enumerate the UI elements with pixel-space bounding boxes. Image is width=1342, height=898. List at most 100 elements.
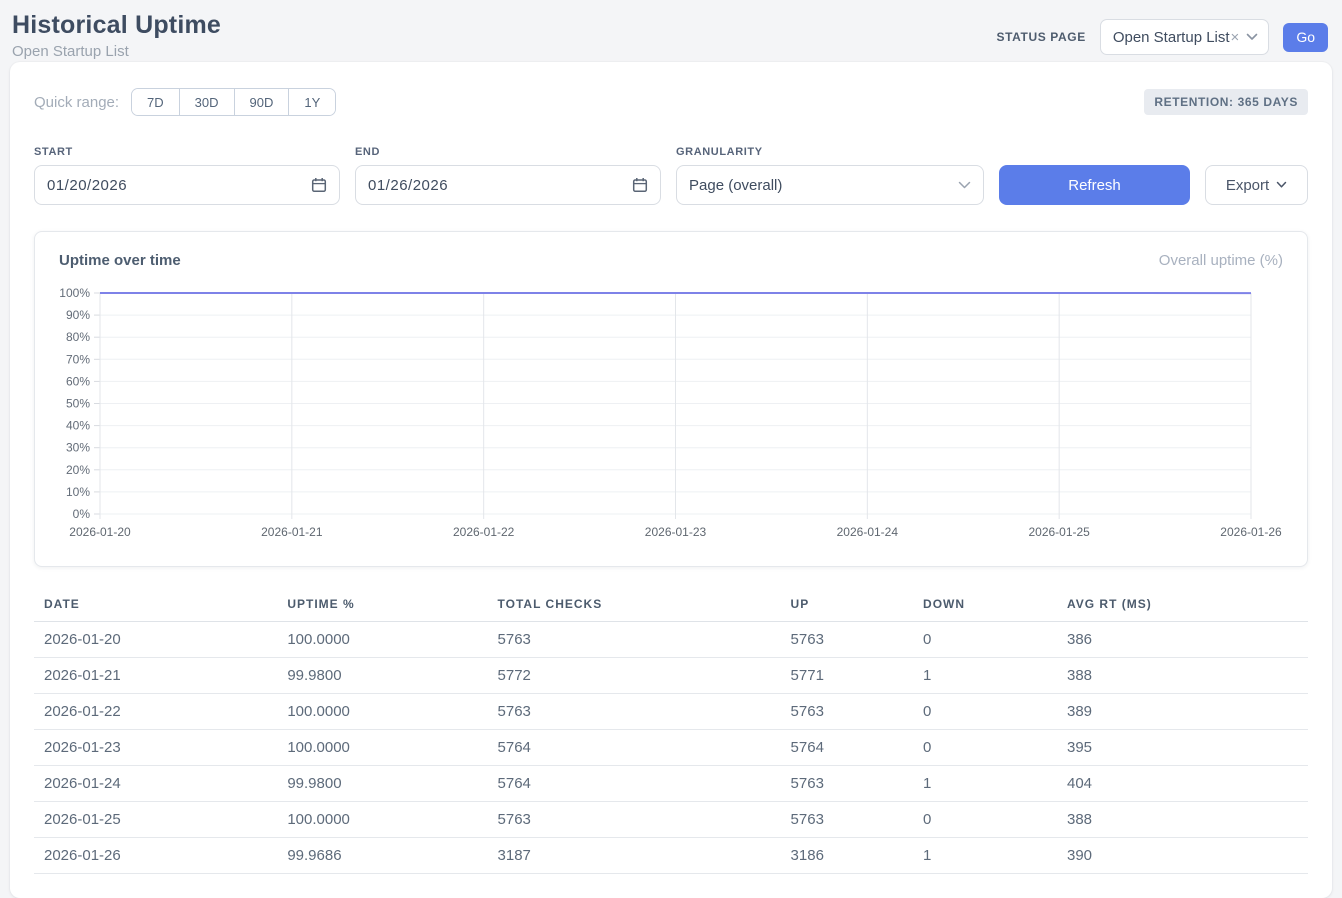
cell-date: 2026-01-24	[34, 766, 277, 802]
status-page-select[interactable]: Open Startup List ×	[1100, 19, 1270, 55]
y-tick-label: 90%	[66, 308, 90, 322]
status-page-selected-value: Open Startup List	[1113, 29, 1230, 46]
cell-date: 2026-01-26	[34, 838, 277, 874]
clear-selection-icon[interactable]: ×	[1231, 29, 1240, 46]
x-tick-label: 2026-01-20	[69, 525, 131, 539]
cell-uptime-pct: 100.0000	[277, 622, 487, 658]
cell-total-checks: 5763	[488, 622, 781, 658]
cell-avg-rt: 388	[1057, 802, 1308, 838]
x-tick-label: 2026-01-22	[453, 525, 515, 539]
y-tick-label: 10%	[66, 485, 90, 499]
page-title: Historical Uptime	[12, 11, 221, 40]
end-date-field: END 01/26/2026	[355, 146, 661, 205]
table-row: 2026-01-2699.9686318731861390	[34, 838, 1308, 874]
granularity-select[interactable]: Page (overall)	[676, 165, 984, 205]
column-header-up: UP	[781, 589, 913, 622]
start-date-input[interactable]: 01/20/2026	[34, 165, 340, 205]
page-subtitle: Open Startup List	[12, 43, 221, 60]
quick-range-button-30d[interactable]: 30D	[179, 89, 234, 115]
cell-total-checks: 5764	[488, 766, 781, 802]
start-label: START	[34, 146, 340, 158]
cell-up: 3186	[781, 838, 913, 874]
quick-range-button-90d[interactable]: 90D	[234, 89, 289, 115]
cell-total-checks: 5763	[488, 802, 781, 838]
column-header-down: DOWN	[913, 589, 1057, 622]
cell-avg-rt: 395	[1057, 730, 1308, 766]
cell-total-checks: 5763	[488, 694, 781, 730]
cell-avg-rt: 389	[1057, 694, 1308, 730]
cell-up: 5763	[781, 802, 913, 838]
cell-date: 2026-01-25	[34, 802, 277, 838]
cell-date: 2026-01-23	[34, 730, 277, 766]
x-tick-label: 2026-01-24	[837, 525, 899, 539]
status-page-label: STATUS PAGE	[997, 30, 1086, 44]
calendar-icon[interactable]	[632, 177, 648, 193]
column-header-date: DATE	[34, 589, 277, 622]
y-tick-label: 60%	[66, 374, 90, 388]
cell-down: 1	[913, 766, 1057, 802]
granularity-label: GRANULARITY	[676, 146, 984, 158]
cell-uptime-pct: 99.9686	[277, 838, 487, 874]
start-date-field: START 01/20/2026	[34, 146, 340, 205]
table-header-row: DATEUPTIME %TOTAL CHECKSUPDOWNAVG RT (MS…	[34, 589, 1308, 622]
cell-up: 5763	[781, 766, 913, 802]
cell-total-checks: 5764	[488, 730, 781, 766]
x-tick-label: 2026-01-21	[261, 525, 323, 539]
granularity-value: Page (overall)	[689, 177, 958, 194]
y-tick-label: 80%	[66, 330, 90, 344]
cell-up: 5771	[781, 658, 913, 694]
cell-uptime-pct: 100.0000	[277, 694, 487, 730]
cell-uptime-pct: 100.0000	[277, 802, 487, 838]
chevron-down-icon	[958, 181, 971, 190]
x-tick-label: 2026-01-23	[645, 525, 707, 539]
cell-up: 5764	[781, 730, 913, 766]
table-row: 2026-01-25100.0000576357630388	[34, 802, 1308, 838]
uptime-line-chart: 0%10%20%30%40%50%60%70%80%90%100%2026-01…	[35, 281, 1307, 549]
cell-up: 5763	[781, 622, 913, 658]
end-label: END	[355, 146, 661, 158]
cell-uptime-pct: 99.9800	[277, 766, 487, 802]
chart-title: Uptime over time	[59, 252, 181, 269]
main-card: Quick range: 7D30D90D1Y RETENTION: 365 D…	[10, 62, 1332, 898]
cell-avg-rt: 386	[1057, 622, 1308, 658]
quick-range-button-7d[interactable]: 7D	[132, 89, 179, 115]
y-tick-label: 0%	[73, 507, 91, 521]
cell-total-checks: 5772	[488, 658, 781, 694]
top-header: Historical Uptime Open Startup List STAT…	[0, 0, 1342, 62]
cell-date: 2026-01-20	[34, 622, 277, 658]
cell-down: 0	[913, 802, 1057, 838]
y-tick-label: 20%	[66, 463, 90, 477]
cell-date: 2026-01-22	[34, 694, 277, 730]
x-tick-label: 2026-01-25	[1028, 525, 1090, 539]
y-tick-label: 50%	[66, 397, 90, 411]
retention-badge: RETENTION: 365 DAYS	[1144, 89, 1308, 115]
quick-range-label: Quick range:	[34, 94, 119, 111]
go-button[interactable]: Go	[1283, 23, 1328, 52]
chart-legend: Overall uptime (%)	[1159, 252, 1283, 269]
header-right: STATUS PAGE Open Startup List × Go	[997, 19, 1328, 55]
export-button[interactable]: Export	[1205, 165, 1308, 205]
y-tick-label: 70%	[66, 352, 90, 366]
calendar-icon[interactable]	[311, 177, 327, 193]
cell-down: 0	[913, 694, 1057, 730]
title-block: Historical Uptime Open Startup List	[12, 11, 221, 60]
refresh-button[interactable]: Refresh	[999, 165, 1190, 205]
quick-range-button-1y[interactable]: 1Y	[288, 89, 335, 115]
quick-range-group: 7D30D90D1Y	[131, 88, 336, 116]
cell-uptime-pct: 99.9800	[277, 658, 487, 694]
table-row: 2026-01-2199.9800577257711388	[34, 658, 1308, 694]
uptime-chart-card: Uptime over time Overall uptime (%) 0% 10…	[34, 231, 1308, 567]
cell-down: 0	[913, 622, 1057, 658]
chart-area: 0%10%20%30%40%50%60%70%80%90%100%2026-01…	[35, 281, 1307, 554]
y-tick-label: 40%	[66, 419, 90, 433]
controls-row: START 01/20/2026 END 01/26/2026	[34, 146, 1308, 205]
table-row: 2026-01-23100.0000576457640395	[34, 730, 1308, 766]
y-tick-label: 100%	[59, 286, 90, 300]
uptime-table: DATEUPTIME %TOTAL CHECKSUPDOWNAVG RT (MS…	[34, 589, 1308, 874]
chevron-down-icon	[1246, 33, 1258, 41]
quick-range-row: Quick range: 7D30D90D1Y RETENTION: 365 D…	[34, 88, 1308, 116]
granularity-field: GRANULARITY Page (overall)	[676, 146, 984, 205]
chart-header: Uptime over time Overall uptime (%)	[35, 252, 1307, 269]
end-date-input[interactable]: 01/26/2026	[355, 165, 661, 205]
column-header-total-checks: TOTAL CHECKS	[488, 589, 781, 622]
